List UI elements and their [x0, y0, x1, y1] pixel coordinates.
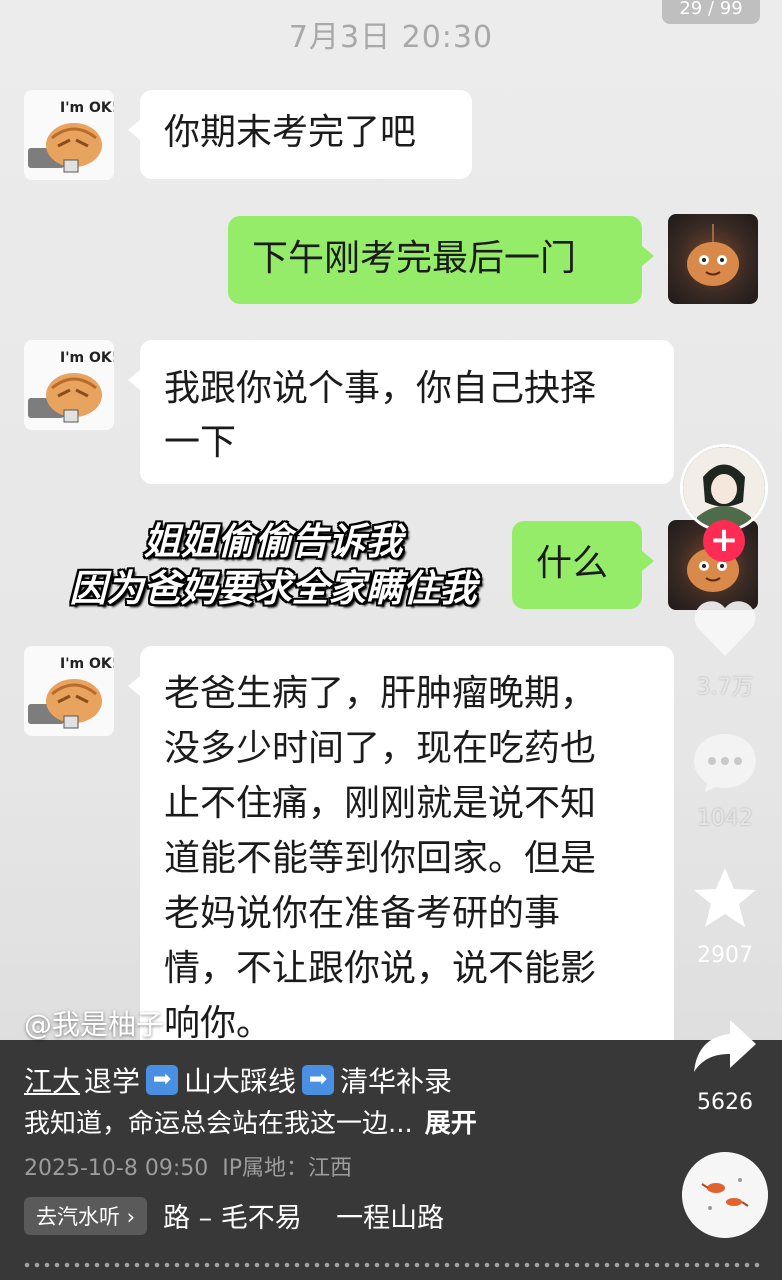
like-count: 3.7万 — [696, 675, 754, 700]
ip-location: IP属地：江西 — [222, 1156, 353, 1181]
contact-avatar: I'm OK! — [24, 90, 114, 180]
message-text-line: 情，不让跟你说，说不能影 — [164, 948, 597, 989]
message-text: 下午刚考完最后一门 — [252, 238, 577, 279]
title-part: 山大踩线 — [184, 1065, 297, 1098]
video-progress-bar[interactable] — [22, 1262, 760, 1268]
right-arrow-emoji-icon: ➡ — [302, 1065, 335, 1095]
contact-avatar: I'm OK! — [24, 646, 114, 736]
caption-line: 姐姐偷偷告诉我 — [143, 520, 403, 563]
share-count: 5626 — [697, 1090, 753, 1115]
message-text-line: 老妈说你在准备考研的事 — [164, 893, 561, 934]
video-caption: 姐姐偷偷告诉我 因为爸妈要求全家瞒住我 — [38, 518, 508, 612]
post-title[interactable]: 江大 退学 ➡ 山大踩线 ➡ 清华补录 — [24, 1060, 452, 1100]
post-date: 2025-10-8 09:50 — [24, 1156, 209, 1181]
music-disc-icon[interactable] — [682, 1152, 768, 1238]
message-text: 什么 — [536, 543, 609, 584]
favorite-count: 2907 — [697, 943, 753, 968]
user-avatar — [668, 214, 758, 304]
sent-message-bubble: 什么 — [512, 521, 654, 609]
creator-avatar[interactable] — [680, 444, 768, 532]
message-text-line: 道能不能等到你回家。但是 — [164, 838, 597, 879]
message-text: 你期末考完了吧 — [164, 112, 417, 153]
svg-text:I'm OK!: I'm OK! — [60, 350, 114, 366]
description-text: 我知道，命运总会站在我这一边... — [24, 1109, 413, 1139]
comment-icon[interactable] — [690, 730, 760, 794]
caption-line: 因为爸妈要求全家瞒住我 — [69, 567, 477, 610]
message-text-line: 一下 — [164, 422, 237, 463]
message-text-line: 止不住痛，刚刚就是说不知 — [164, 783, 597, 824]
received-message-bubble: 老爸生病了，肝肿瘤晚期， 没多少时间了，现在吃药也 止不住痛，刚刚就是说不知 道… — [128, 646, 674, 1066]
post-meta: 2025-10-8 09:50 IP属地：江西 — [24, 1150, 352, 1182]
title-part: 退学 — [84, 1065, 141, 1098]
svg-text:I'm OK!: I'm OK! — [60, 656, 114, 672]
sent-message-bubble: 下午刚考完最后一门 — [228, 216, 654, 304]
follow-button[interactable]: + — [703, 520, 745, 562]
music-title[interactable]: 路 – 毛不易 一程山路 — [163, 1196, 444, 1235]
image-page-counter: 29 / 99 — [662, 0, 760, 24]
music-row[interactable]: 去汽水听 › 路 – 毛不易 一程山路 — [24, 1196, 444, 1235]
listen-on-qishui-button[interactable]: 去汽水听 › — [24, 1196, 148, 1235]
star-icon[interactable] — [690, 866, 760, 930]
post-description: 我知道，命运总会站在我这一边... 展开 — [24, 1103, 477, 1140]
expand-button[interactable]: 展开 — [425, 1109, 477, 1139]
share-icon[interactable] — [690, 1014, 760, 1078]
right-arrow-emoji-icon: ➡ — [146, 1065, 179, 1095]
title-part: 江大 — [24, 1065, 81, 1098]
message-text-line: 没多少时间了，现在吃药也 — [164, 728, 597, 769]
received-message-bubble: 你期末考完了吧 — [128, 90, 472, 179]
title-part: 清华补录 — [340, 1065, 453, 1098]
comment-count: 1042 — [697, 806, 753, 831]
message-text-line: 老爸生病了，肝肿瘤晚期， — [164, 673, 597, 714]
svg-text:I'm OK!: I'm OK! — [60, 100, 114, 116]
heart-icon[interactable] — [690, 596, 760, 660]
received-message-bubble: 我跟你说个事，你自己抉择 一下 — [128, 340, 674, 484]
message-text-line: 我跟你说个事，你自己抉择 — [164, 368, 597, 409]
author-handle[interactable]: @我是柚子 — [24, 1003, 164, 1043]
contact-avatar: I'm OK! — [24, 340, 114, 430]
